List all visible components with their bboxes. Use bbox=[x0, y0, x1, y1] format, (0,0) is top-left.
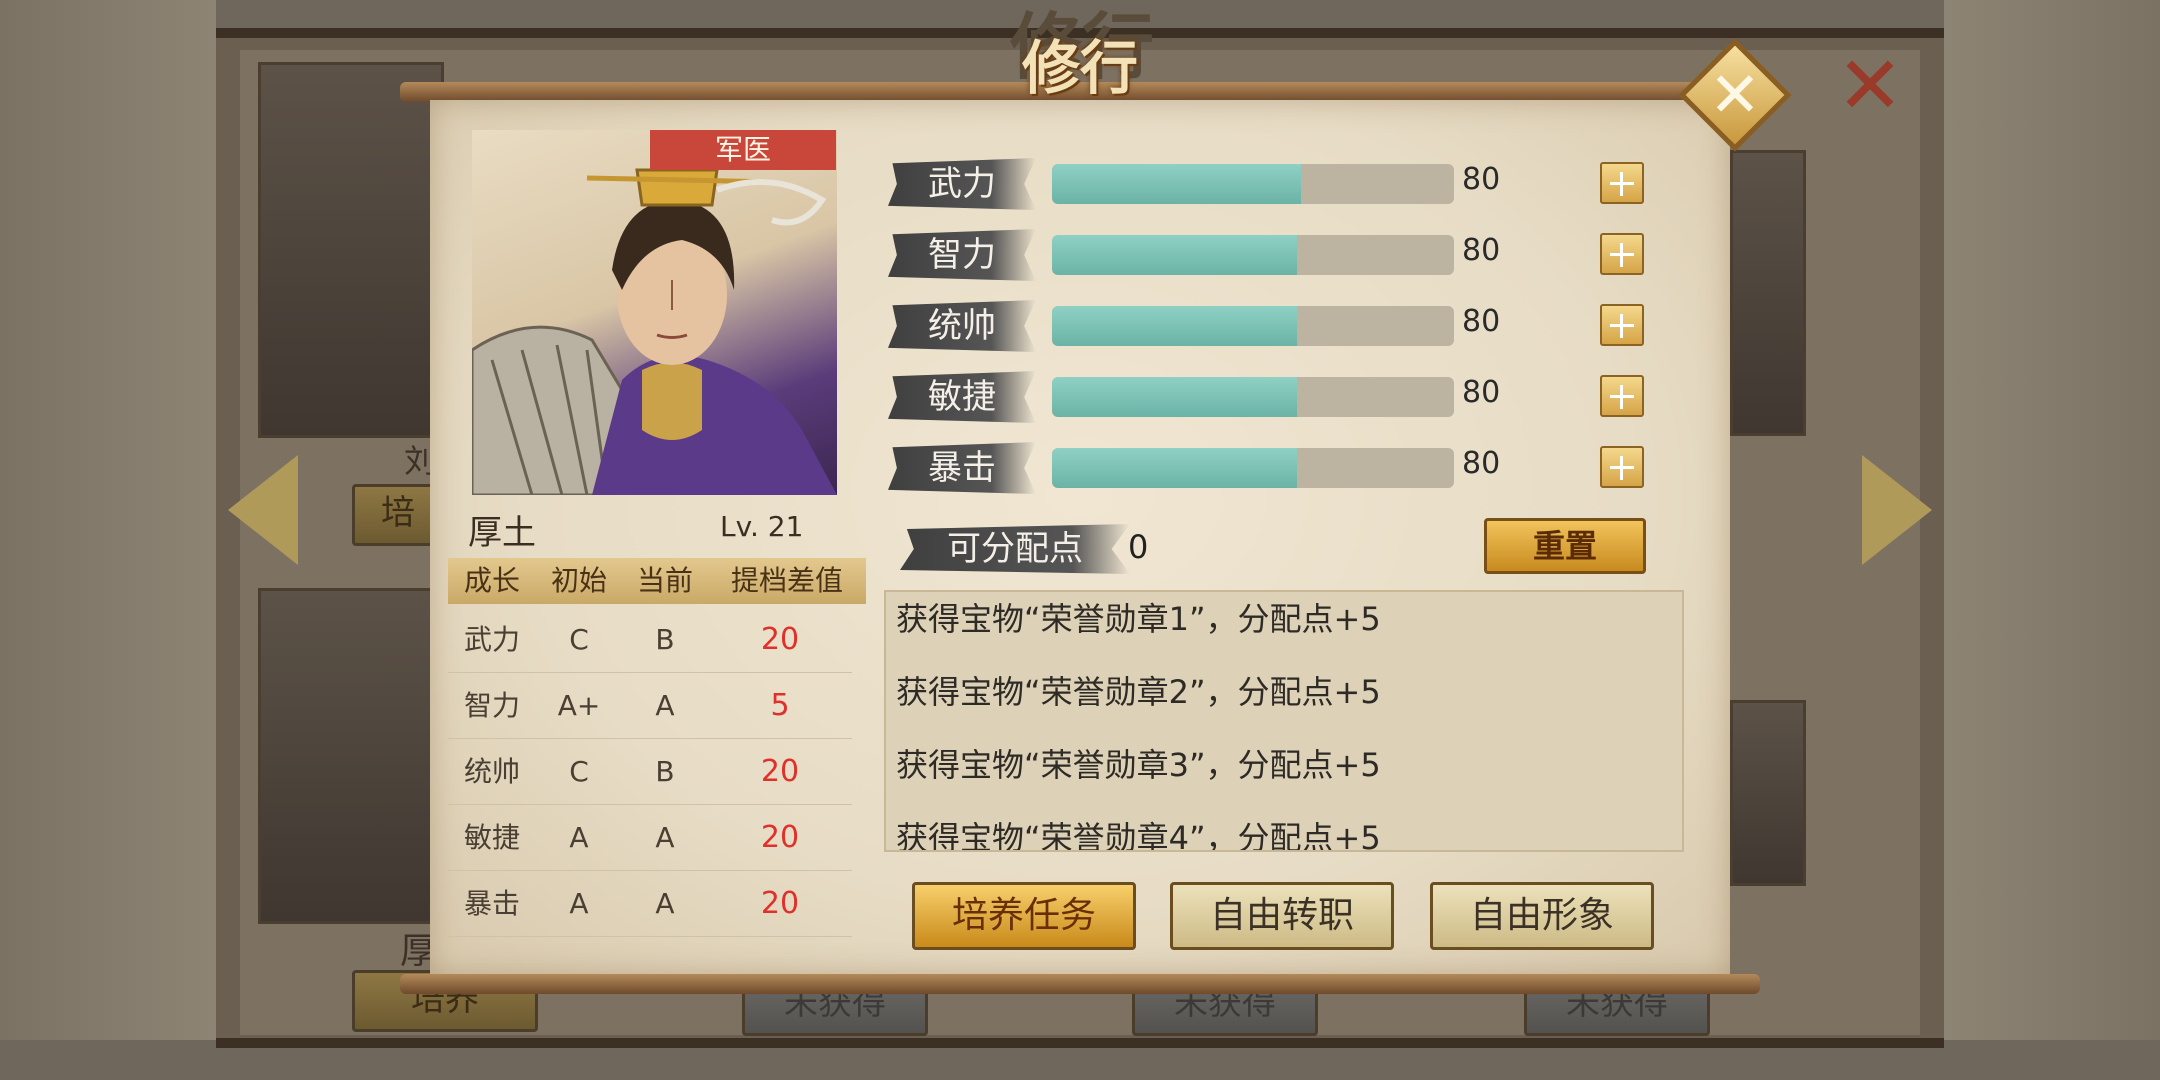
stat-bar-fill bbox=[1052, 235, 1298, 275]
back-hero-portrait-1[interactable] bbox=[258, 62, 444, 438]
growth-stat: 暴击 bbox=[463, 887, 520, 920]
growth-row: 暴击 A A 20 bbox=[448, 872, 852, 937]
stat-label: 智力 bbox=[888, 229, 1036, 281]
growth-header-initial: 初始 bbox=[536, 558, 624, 604]
plus-icon[interactable] bbox=[1600, 375, 1644, 417]
stat-bar-fill bbox=[1052, 306, 1298, 346]
growth-diff: 20 bbox=[760, 886, 800, 921]
background-left bbox=[0, 0, 216, 1080]
back-hero-portrait-4[interactable] bbox=[1730, 700, 1806, 886]
stat-label: 敏捷 bbox=[888, 371, 1036, 423]
hero-level: Lv. 21 bbox=[720, 510, 804, 543]
log-entry: 获得宝物“荣誉勋章4”，分配点+5 bbox=[896, 819, 1381, 852]
reward-log[interactable]: 获得宝物“荣誉勋章1”，分配点+5 获得宝物“荣誉勋章2”，分配点+5 获得宝物… bbox=[884, 590, 1684, 852]
growth-initial: C bbox=[569, 623, 589, 656]
growth-diff: 20 bbox=[760, 622, 800, 657]
stat-value: 80 bbox=[1462, 446, 1501, 481]
hero-portrait-art bbox=[472, 168, 837, 495]
stat-bar bbox=[1052, 377, 1454, 417]
growth-row: 统帅 C B 20 bbox=[448, 740, 852, 805]
growth-current: A bbox=[655, 821, 675, 854]
background-right bbox=[1944, 0, 2160, 1080]
plus-icon[interactable] bbox=[1600, 162, 1644, 204]
stat-label: 暴击 bbox=[888, 442, 1036, 494]
stat-value: 80 bbox=[1462, 162, 1501, 197]
points-value: 0 bbox=[1128, 528, 1149, 566]
growth-row: 武力 C B 20 bbox=[448, 608, 852, 673]
growth-header-diff: 提档差值 bbox=[708, 558, 866, 604]
growth-initial: A bbox=[569, 887, 589, 920]
log-entry: 获得宝物“荣誉勋章1”，分配点+5 bbox=[896, 600, 1381, 638]
plus-icon[interactable] bbox=[1600, 233, 1644, 275]
log-entry: 获得宝物“荣誉勋章3”，分配点+5 bbox=[896, 746, 1381, 784]
growth-current: B bbox=[655, 755, 675, 788]
growth-diff: 5 bbox=[770, 688, 790, 723]
stat-label: 武力 bbox=[888, 158, 1036, 210]
close-icon[interactable]: ✕ bbox=[1830, 46, 1910, 126]
points-label: 可分配点 bbox=[900, 524, 1130, 574]
stat-bar bbox=[1052, 235, 1454, 275]
back-hero-portrait-2[interactable] bbox=[258, 588, 444, 924]
stat-label: 统帅 bbox=[888, 300, 1036, 352]
hero-portrait bbox=[472, 130, 837, 495]
dialog-title: 修行 bbox=[1021, 34, 1138, 102]
log-entry: 获得宝物“荣誉勋章2”，分配点+5 bbox=[896, 673, 1381, 711]
plus-icon[interactable] bbox=[1600, 446, 1644, 488]
growth-initial: A bbox=[569, 821, 589, 854]
hero-name: 厚土 bbox=[468, 513, 536, 553]
growth-stat: 武力 bbox=[463, 623, 520, 656]
stat-bar-fill bbox=[1052, 164, 1302, 204]
growth-header-current: 当前 bbox=[622, 558, 710, 604]
growth-header-stat: 成长 bbox=[448, 558, 538, 604]
stat-value: 80 bbox=[1462, 304, 1501, 339]
stat-value: 80 bbox=[1462, 233, 1501, 268]
reset-button[interactable]: 重置 bbox=[1484, 518, 1646, 574]
growth-initial: A+ bbox=[557, 689, 601, 722]
stat-bar bbox=[1052, 306, 1454, 346]
growth-stat: 智力 bbox=[463, 689, 520, 722]
stat-bar-fill bbox=[1052, 448, 1298, 488]
growth-row: 智力 A+ A 5 bbox=[448, 674, 852, 739]
plus-icon[interactable] bbox=[1600, 304, 1644, 346]
growth-diff: 20 bbox=[760, 820, 800, 855]
scroll-rod-bottom bbox=[400, 974, 1760, 994]
stat-bar-fill bbox=[1052, 377, 1298, 417]
free-transfer-button[interactable]: 自由转职 bbox=[1170, 882, 1394, 950]
hero-class-badge: 军医 bbox=[650, 130, 836, 170]
growth-stat: 统帅 bbox=[463, 755, 520, 788]
back-hero-portrait-3[interactable] bbox=[1730, 150, 1806, 436]
free-image-button[interactable]: 自由形象 bbox=[1430, 882, 1654, 950]
train-task-button[interactable]: 培养任务 bbox=[912, 882, 1136, 950]
stat-value: 80 bbox=[1462, 375, 1501, 410]
growth-stat: 敏捷 bbox=[463, 821, 520, 854]
growth-row: 敏捷 A A 20 bbox=[448, 806, 852, 871]
arrow-right-icon[interactable] bbox=[1862, 455, 1932, 565]
arrow-left-icon[interactable] bbox=[228, 455, 298, 565]
growth-initial: C bbox=[569, 755, 589, 788]
growth-current: A bbox=[655, 689, 675, 722]
growth-current: A bbox=[655, 887, 675, 920]
close-icon[interactable]: ✕ bbox=[1695, 55, 1775, 135]
stat-bar bbox=[1052, 164, 1454, 204]
growth-current: B bbox=[655, 623, 675, 656]
growth-diff: 20 bbox=[760, 754, 800, 789]
stat-bar bbox=[1052, 448, 1454, 488]
